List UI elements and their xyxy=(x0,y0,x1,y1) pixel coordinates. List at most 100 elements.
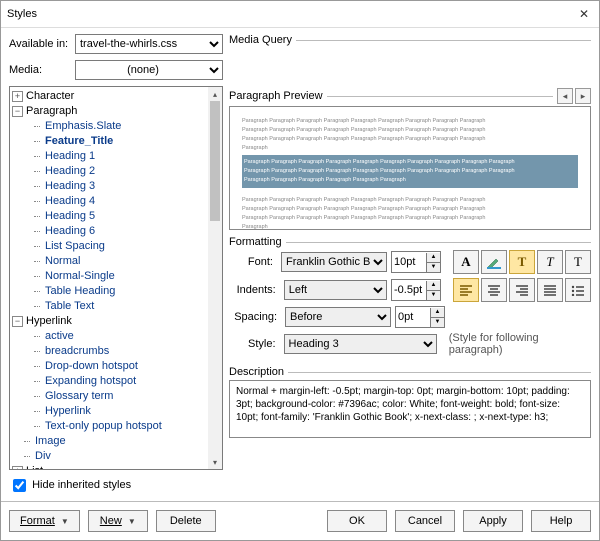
tree-item[interactable]: Table Text xyxy=(12,299,206,314)
spacing-value-input[interactable] xyxy=(396,308,430,326)
tree-item[interactable]: Hyperlink xyxy=(12,404,206,419)
scroll-down-icon[interactable]: ▾ xyxy=(208,455,222,469)
description-title: Description xyxy=(229,366,284,378)
spin-down-icon[interactable]: ▼ xyxy=(427,290,440,300)
scroll-thumb[interactable] xyxy=(210,101,220,221)
hide-inherited-checkbox[interactable]: Hide inherited styles xyxy=(9,479,131,491)
italic-button[interactable]: T xyxy=(537,250,563,274)
preview-title: Paragraph Preview xyxy=(229,90,323,102)
expand-icon[interactable]: + xyxy=(12,91,23,102)
spin-up-icon[interactable]: ▲ xyxy=(427,253,440,262)
tree-node-hyperlink[interactable]: −Hyperlink xyxy=(12,314,206,329)
tree-item-label: Div xyxy=(35,449,51,464)
tree-item-label: Expanding hotspot xyxy=(45,374,136,389)
ok-button[interactable]: OK xyxy=(327,510,387,532)
tree-item[interactable]: Normal-Single xyxy=(12,269,206,284)
media-combo[interactable]: (none) xyxy=(75,60,223,80)
align-justify-button[interactable] xyxy=(537,278,563,302)
spacing-value-spinner[interactable]: ▲▼ xyxy=(395,306,445,328)
bullets-icon xyxy=(571,284,585,296)
font-color-button[interactable] xyxy=(481,250,507,274)
tree-item[interactable]: Heading 3 xyxy=(12,179,206,194)
close-icon[interactable]: ✕ xyxy=(575,7,593,21)
bullets-button[interactable] xyxy=(565,278,591,302)
preview-line: Paragraph Paragraph Paragraph Paragraph … xyxy=(242,126,578,135)
tree-item[interactable]: active xyxy=(12,329,206,344)
spin-up-icon[interactable]: ▲ xyxy=(427,281,440,290)
tree-item[interactable]: Heading 1 xyxy=(12,149,206,164)
tree-item-label: Character xyxy=(26,89,74,104)
tree-item-label: Feature_Title xyxy=(45,134,113,149)
tree-item[interactable]: Text-only popup hotspot xyxy=(12,419,206,434)
preview-next-icon[interactable]: ▸ xyxy=(575,88,591,104)
hide-inherited-input[interactable] xyxy=(13,479,26,492)
spacing-label: Spacing: xyxy=(229,311,281,323)
indents-side-combo[interactable]: Left xyxy=(284,280,387,300)
preview-highlighted: Paragraph Paragraph Paragraph Paragraph … xyxy=(242,155,578,188)
font-picker-button[interactable]: A xyxy=(453,250,479,274)
tree-item[interactable]: Heading 6 xyxy=(12,224,206,239)
next-style-combo[interactable]: Heading 3 xyxy=(284,334,437,354)
available-in-label: Available in: xyxy=(9,38,71,50)
delete-button[interactable]: Delete xyxy=(156,510,216,532)
cancel-button[interactable]: Cancel xyxy=(395,510,455,532)
tree-item[interactable]: Normal xyxy=(12,254,206,269)
spacing-side-combo[interactable]: Before xyxy=(285,307,391,327)
available-in-combo[interactable]: travel-the-whirls.css xyxy=(75,34,223,54)
highlight-button[interactable]: T xyxy=(509,250,535,274)
caret-down-icon: ▼ xyxy=(128,517,136,526)
scroll-up-icon[interactable]: ▴ xyxy=(208,87,222,101)
tree-item[interactable]: Emphasis.Slate xyxy=(12,119,206,134)
tree-item[interactable]: Heading 2 xyxy=(12,164,206,179)
tree-node-div[interactable]: Div xyxy=(12,449,206,464)
indents-value-input[interactable] xyxy=(392,281,426,299)
paragraph-preview: Paragraph Paragraph Paragraph Paragraph … xyxy=(229,106,591,230)
font-family-combo[interactable]: Franklin Gothic B xyxy=(281,252,387,272)
new-button[interactable]: New▼ xyxy=(88,510,148,532)
align-left-icon xyxy=(459,284,473,296)
regular-button[interactable]: T xyxy=(565,250,591,274)
apply-button[interactable]: Apply xyxy=(463,510,523,532)
tree-node-list[interactable]: +List xyxy=(12,464,206,469)
preview-line: Paragraph Paragraph Paragraph Paragraph … xyxy=(242,214,578,223)
tree-item[interactable]: Drop-down hotspot xyxy=(12,359,206,374)
tree-scrollbar[interactable]: ▴ ▾ xyxy=(208,87,222,469)
tree-item-label: Emphasis.Slate xyxy=(45,119,121,134)
spin-up-icon[interactable]: ▲ xyxy=(431,308,444,317)
tree-node-paragraph[interactable]: −Paragraph xyxy=(12,104,206,119)
tree-item-label: Normal xyxy=(45,254,80,269)
align-justify-icon xyxy=(543,284,557,296)
tree-item[interactable]: Heading 5 xyxy=(12,209,206,224)
collapse-icon[interactable]: − xyxy=(12,106,23,117)
align-left-button[interactable] xyxy=(453,278,479,302)
tree-node-image[interactable]: Image xyxy=(12,434,206,449)
align-right-button[interactable] xyxy=(509,278,535,302)
tree-item-label: List xyxy=(26,464,43,469)
spin-down-icon[interactable]: ▼ xyxy=(431,317,444,327)
indents-label: Indents: xyxy=(229,284,280,296)
preview-prev-icon[interactable]: ◂ xyxy=(557,88,573,104)
collapse-icon[interactable]: − xyxy=(12,316,23,327)
expand-icon[interactable]: + xyxy=(12,466,23,469)
tree-item[interactable]: Heading 4 xyxy=(12,194,206,209)
spin-down-icon[interactable]: ▼ xyxy=(427,262,440,272)
style-label: Style: xyxy=(229,338,280,350)
tree-item[interactable]: Feature_Title xyxy=(12,134,206,149)
tree-item[interactable]: List Spacing xyxy=(12,239,206,254)
tree-item[interactable]: Expanding hotspot xyxy=(12,374,206,389)
tree-item[interactable]: breadcrumbs xyxy=(12,344,206,359)
indents-value-spinner[interactable]: ▲▼ xyxy=(391,279,441,301)
hide-inherited-label: Hide inherited styles xyxy=(32,479,131,491)
tree-node-character[interactable]: +Character xyxy=(12,89,206,104)
tree-item-label: Heading 2 xyxy=(45,164,95,179)
align-center-button[interactable] xyxy=(481,278,507,302)
preview-line: Paragraph Paragraph Paragraph Paragraph … xyxy=(242,117,578,126)
tree-item[interactable]: Glossary term xyxy=(12,389,206,404)
preview-line: Paragraph xyxy=(242,223,578,230)
font-size-input[interactable] xyxy=(392,253,426,271)
font-size-spinner[interactable]: ▲▼ xyxy=(391,251,441,273)
help-button[interactable]: Help xyxy=(531,510,591,532)
tree-item-label: Heading 6 xyxy=(45,224,95,239)
format-button[interactable]: Format▼ xyxy=(9,510,80,532)
tree-item[interactable]: Table Heading xyxy=(12,284,206,299)
